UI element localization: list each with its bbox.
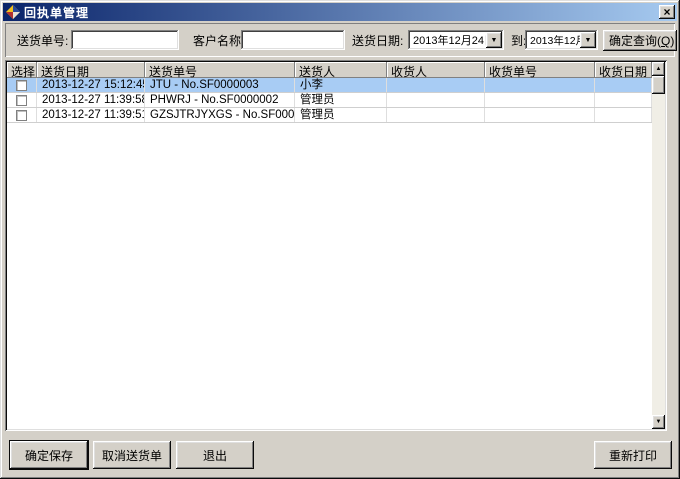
select-cell — [7, 93, 37, 107]
cell-date: 2013-12-27 11:39:58 — [37, 93, 145, 107]
query-label-prefix: 确定查询( — [609, 34, 661, 48]
cell-receipt_no — [485, 108, 595, 122]
scroll-down-button[interactable]: ▼ — [652, 415, 665, 429]
chevron-down-icon[interactable]: ▼ — [580, 32, 596, 48]
table-row[interactable]: 2013-12-27 11:39:51GZSJTRJYXGS - No.SF00… — [7, 108, 652, 123]
select-cell — [7, 108, 37, 122]
cell-deliverer: 小李 — [295, 78, 387, 92]
date-from-value: 2013年12月24日 — [408, 32, 486, 48]
delivery-date-label: 送货日期: — [352, 32, 403, 49]
cell-order_no: JTU - No.SF0000003 — [145, 78, 295, 92]
customer-name-label: 客户名称: — [193, 32, 244, 49]
date-to-value: 2013年12月27日 — [525, 33, 580, 48]
row-checkbox[interactable] — [16, 95, 27, 106]
cell-date: 2013-12-27 15:12:45 — [37, 78, 145, 92]
scrollbar-thumb[interactable] — [652, 76, 665, 94]
confirm-save-button[interactable]: 确定保存 — [10, 441, 88, 469]
column-header[interactable]: 选择 — [7, 62, 37, 78]
date-to-combobox[interactable]: 2013年12月27日 ▼ — [525, 30, 598, 50]
column-header[interactable]: 收货日期 — [595, 62, 652, 78]
customer-name-input[interactable] — [241, 30, 345, 50]
cell-order_no: GZSJTRJYXGS - No.SF0000002 — [145, 108, 295, 122]
cell-order_no: PHWRJ - No.SF0000002 — [145, 93, 295, 107]
search-panel: 送货单号: 客户名称: 送货日期: 2013年12月24日 ▼ 到: 2013年… — [5, 23, 675, 57]
grid-body: 2013-12-27 15:12:45JTU - No.SF0000003小李2… — [7, 78, 652, 429]
cell-receiver — [387, 108, 485, 122]
confirm-query-button[interactable]: 确定查询(Q) — [603, 30, 677, 51]
vertical-scrollbar[interactable]: ▲ ▼ — [652, 62, 665, 429]
chevron-down-icon[interactable]: ▼ — [486, 32, 502, 48]
select-cell — [7, 78, 37, 92]
scroll-up-button[interactable]: ▲ — [652, 62, 665, 76]
column-header[interactable]: 收货人 — [387, 62, 485, 78]
exit-button[interactable]: 退出 — [176, 441, 254, 469]
table-row[interactable]: 2013-12-27 15:12:45JTU - No.SF0000003小李 — [7, 78, 652, 93]
data-grid: 选择送货日期送货单号送货人收货人收货单号收货日期 2013-12-27 15:1… — [5, 60, 667, 431]
app-icon — [6, 5, 20, 19]
cell-receipt_no — [485, 78, 595, 92]
delivery-no-input[interactable] — [71, 30, 179, 50]
close-button[interactable]: × — [659, 5, 675, 19]
cell-receiver — [387, 78, 485, 92]
cancel-delivery-button[interactable]: 取消送货单 — [93, 441, 171, 469]
table-row[interactable]: 2013-12-27 11:39:58PHWRJ - No.SF0000002管… — [7, 93, 652, 108]
date-from-combobox[interactable]: 2013年12月24日 ▼ — [408, 30, 504, 50]
cell-receiver — [387, 93, 485, 107]
cell-receipt_no — [485, 93, 595, 107]
reprint-button[interactable]: 重新打印 — [594, 441, 672, 469]
row-checkbox[interactable] — [16, 80, 27, 91]
titlebar: 回执单管理 × — [3, 3, 677, 21]
column-header[interactable]: 送货日期 — [37, 62, 145, 78]
cell-receipt_date — [595, 93, 652, 107]
query-label-key: Q — [661, 34, 670, 48]
grid-header-row: 选择送货日期送货单号送货人收货人收货单号收货日期 — [7, 62, 652, 78]
window: 回执单管理 × 送货单号: 客户名称: 送货日期: 2013年12月24日 ▼ … — [0, 0, 680, 479]
cell-receipt_date — [595, 108, 652, 122]
close-icon: × — [663, 7, 670, 17]
row-checkbox[interactable] — [16, 110, 27, 121]
grid-inner: 选择送货日期送货单号送货人收货人收货单号收货日期 2013-12-27 15:1… — [7, 62, 665, 429]
cell-deliverer: 管理员 — [295, 93, 387, 107]
column-header[interactable]: 送货人 — [295, 62, 387, 78]
column-header[interactable]: 收货单号 — [485, 62, 595, 78]
cell-receipt_date — [595, 78, 652, 92]
cell-deliverer: 管理员 — [295, 108, 387, 122]
column-header[interactable]: 送货单号 — [145, 62, 295, 78]
delivery-no-label: 送货单号: — [17, 32, 68, 49]
window-title: 回执单管理 — [24, 4, 659, 21]
query-label-suffix: ) — [670, 34, 674, 48]
cell-date: 2013-12-27 11:39:51 — [37, 108, 145, 122]
